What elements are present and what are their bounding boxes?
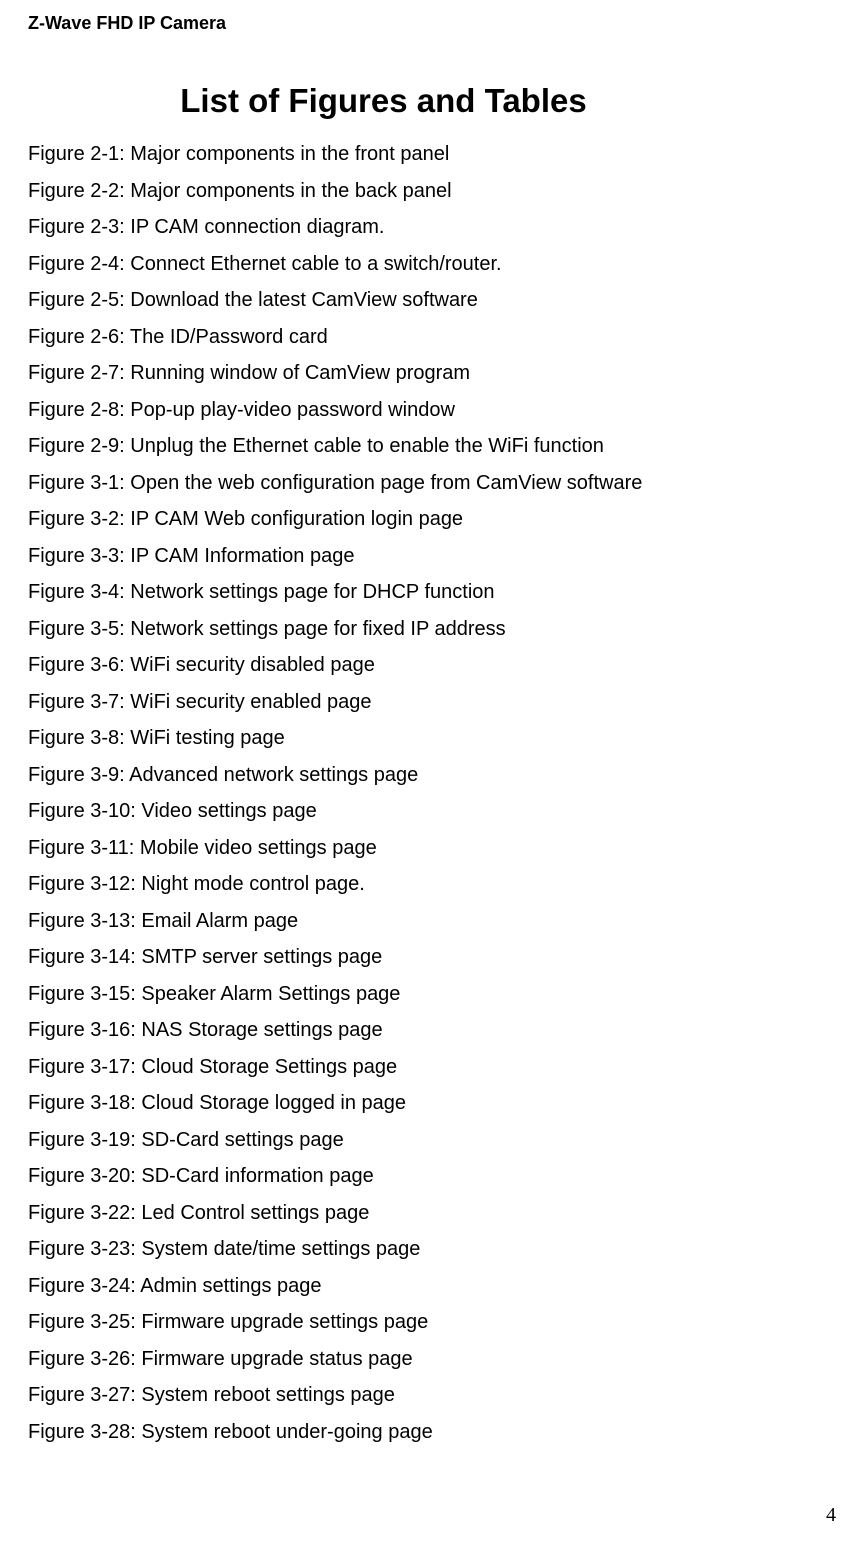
- figure-list-item: Figure 3-15: Speaker Alarm Settings page: [28, 982, 739, 1006]
- figure-list-item: Figure 3-24: Admin settings page: [28, 1274, 739, 1298]
- figure-list-item: Figure 3-20: SD-Card information page: [28, 1164, 739, 1188]
- figures-list: Figure 2-1: Major components in the fron…: [28, 142, 739, 1444]
- figure-list-item: Figure 3-26: Firmware upgrade status pag…: [28, 1347, 739, 1371]
- figure-list-item: Figure 3-2: IP CAM Web configuration log…: [28, 507, 739, 531]
- figure-list-item: Figure 3-1: Open the web configuration p…: [28, 471, 739, 495]
- figure-list-item: Figure 3-28: System reboot under-going p…: [28, 1420, 739, 1444]
- figure-list-item: Figure 3-8: WiFi testing page: [28, 726, 739, 750]
- figure-list-item: Figure 3-14: SMTP server settings page: [28, 945, 739, 969]
- figure-list-item: Figure 3-22: Led Control settings page: [28, 1201, 739, 1225]
- figure-list-item: Figure 3-27: System reboot settings page: [28, 1383, 739, 1407]
- figure-list-item: Figure 3-10: Video settings page: [28, 799, 739, 823]
- figure-list-item: Figure 2-9: Unplug the Ethernet cable to…: [28, 434, 739, 458]
- figure-list-item: Figure 3-23: System date/time settings p…: [28, 1237, 739, 1261]
- figure-list-item: Figure 3-25: Firmware upgrade settings p…: [28, 1310, 739, 1334]
- figure-list-item: Figure 3-16: NAS Storage settings page: [28, 1018, 739, 1042]
- figure-list-item: Figure 2-7: Running window of CamView pr…: [28, 361, 739, 385]
- figure-list-item: Figure 3-11: Mobile video settings page: [28, 836, 739, 860]
- figure-list-item: Figure 2-3: IP CAM connection diagram.: [28, 215, 739, 239]
- figure-list-item: Figure 3-6: WiFi security disabled page: [28, 653, 739, 677]
- figure-list-item: Figure 3-9: Advanced network settings pa…: [28, 763, 739, 787]
- figure-list-item: Figure 3-17: Cloud Storage Settings page: [28, 1055, 739, 1079]
- figure-list-item: Figure 3-12: Night mode control page.: [28, 872, 739, 896]
- page-title: List of Figures and Tables: [28, 82, 739, 120]
- figure-list-item: Figure 2-1: Major components in the fron…: [28, 142, 739, 166]
- figure-list-item: Figure 3-19: SD-Card settings page: [28, 1128, 739, 1152]
- page-number: 4: [826, 1504, 836, 1527]
- figure-list-item: Figure 3-5: Network settings page for fi…: [28, 617, 739, 641]
- document-header: Z-Wave FHD IP Camera: [28, 13, 739, 34]
- figure-list-item: Figure 3-18: Cloud Storage logged in pag…: [28, 1091, 739, 1115]
- figure-list-item: Figure 2-2: Major components in the back…: [28, 179, 739, 203]
- figure-list-item: Figure 3-4: Network settings page for DH…: [28, 580, 739, 604]
- figure-list-item: Figure 2-4: Connect Ethernet cable to a …: [28, 252, 739, 276]
- figure-list-item: Figure 2-8: Pop-up play-video password w…: [28, 398, 739, 422]
- figure-list-item: Figure 2-5: Download the latest CamView …: [28, 288, 739, 312]
- figure-list-item: Figure 3-3: IP CAM Information page: [28, 544, 739, 568]
- figure-list-item: Figure 3-13: Email Alarm page: [28, 909, 739, 933]
- figure-list-item: Figure 2-6: The ID/Password card: [28, 325, 739, 349]
- figure-list-item: Figure 3-7: WiFi security enabled page: [28, 690, 739, 714]
